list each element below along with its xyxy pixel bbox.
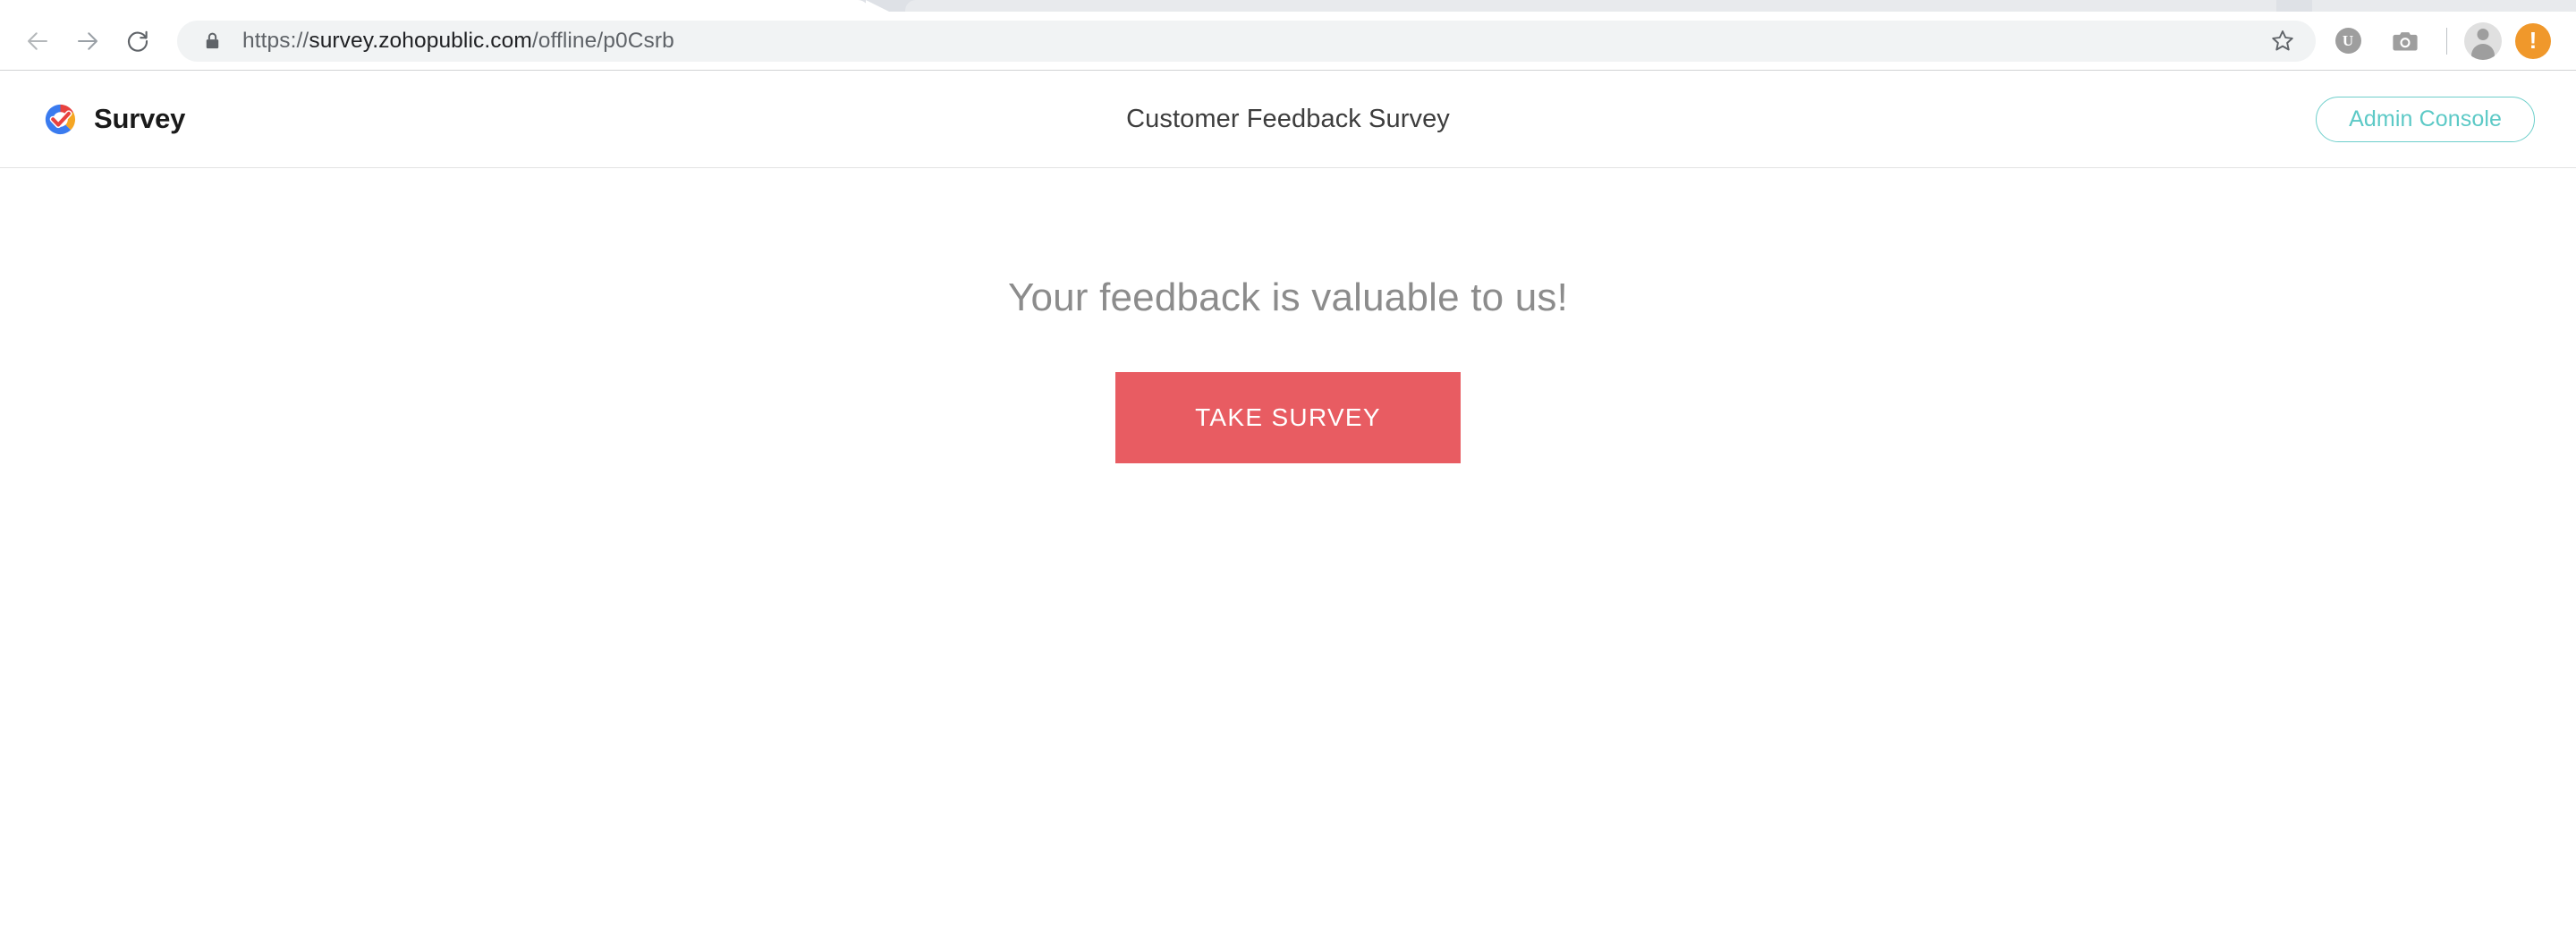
browser-tab-strip	[0, 0, 2576, 12]
back-button[interactable]	[13, 16, 63, 66]
u-extension-icon: U	[2334, 28, 2361, 54]
reload-button[interactable]	[113, 16, 163, 66]
url-text: https://survey.zohopublic.com/offline/p0…	[242, 21, 2258, 62]
url-host: survey.zohopublic.com	[309, 28, 532, 53]
toolbar-divider	[2446, 27, 2447, 55]
browser-window: https://survey.zohopublic.com/offline/p0…	[0, 0, 2576, 71]
forward-button[interactable]	[63, 16, 113, 66]
u-extension-button[interactable]: U	[2323, 16, 2373, 66]
star-icon	[2272, 30, 2293, 50]
camera-extension-button[interactable]	[2380, 16, 2430, 66]
page-title: Customer Feedback Survey	[1126, 104, 1450, 133]
url-scheme: https://	[242, 28, 309, 53]
browser-tab-inactive[interactable]	[905, 0, 2576, 12]
reload-icon	[128, 30, 148, 52]
browser-tab-strip-end	[2276, 0, 2312, 12]
take-survey-button[interactable]: TAKE SURVEY	[1115, 372, 1461, 463]
survey-tagline: Your feedback is valuable to us!	[1007, 275, 1569, 319]
profile-button[interactable]	[2462, 20, 2504, 63]
url-path: /offline/p0Csrb	[531, 28, 674, 53]
survey-page: Survey Customer Feedback Survey Admin Co…	[0, 71, 2576, 932]
alert-exclamation-icon: !	[2515, 22, 2551, 59]
lock-icon	[202, 30, 223, 51]
browser-toolbar: https://survey.zohopublic.com/offline/p0…	[0, 12, 2576, 71]
browser-tab-active[interactable]	[0, 0, 869, 12]
bookmark-button[interactable]	[2258, 21, 2307, 62]
survey-content: Your feedback is valuable to us! TAKE SU…	[0, 168, 2576, 463]
person-avatar-icon	[2464, 21, 2502, 60]
survey-header: Survey Customer Feedback Survey Admin Co…	[0, 71, 2576, 168]
camera-extension-icon	[2393, 31, 2418, 50]
arrow-right-icon	[78, 31, 97, 50]
address-bar[interactable]: https://survey.zohopublic.com/offline/p0…	[177, 20, 2316, 62]
browser-alert-button[interactable]: !	[2510, 18, 2556, 64]
arrow-left-icon	[28, 31, 47, 50]
